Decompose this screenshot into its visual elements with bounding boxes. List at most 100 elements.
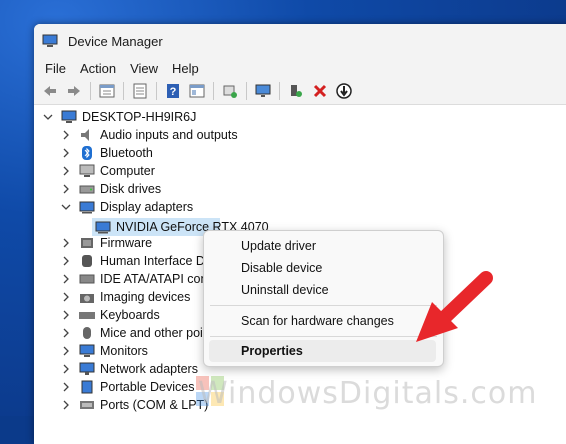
- menu-help[interactable]: Help: [165, 61, 206, 76]
- chevron-right-icon[interactable]: [61, 166, 71, 176]
- computer-icon: [61, 110, 77, 123]
- chevron-right-icon[interactable]: [61, 238, 71, 248]
- tree-item-label: Keyboards: [100, 308, 160, 322]
- chevron-right-icon[interactable]: [61, 346, 71, 356]
- toolbar-separator: [90, 82, 91, 100]
- chevron-right-icon[interactable]: [61, 364, 71, 374]
- port-icon: [80, 401, 94, 409]
- menu-file[interactable]: File: [38, 61, 73, 76]
- tree-item-label: Network adapters: [100, 362, 198, 376]
- download-icon[interactable]: [334, 81, 354, 101]
- tree-root-label: DESKTOP-HH9IR6J: [82, 110, 197, 124]
- forward-arrow-icon[interactable]: [64, 81, 84, 101]
- mouse-icon: [83, 327, 91, 339]
- console-icon[interactable]: [187, 81, 207, 101]
- toolbar-separator: [246, 82, 247, 100]
- computer-icon: [79, 164, 95, 177]
- chevron-right-icon[interactable]: [61, 184, 71, 194]
- tree-item-label: Portable Devices: [100, 380, 195, 394]
- red-arrow-annotation: [416, 271, 493, 342]
- chevron-right-icon[interactable]: [61, 256, 71, 266]
- tree-item-portable[interactable]: Portable Devices: [61, 378, 195, 396]
- properties-icon[interactable]: [97, 81, 117, 101]
- tree-item-network[interactable]: Network adapters: [61, 360, 198, 378]
- tree-item-label: Ports (COM & LPT): [100, 398, 209, 412]
- tree-item-computer[interactable]: Computer: [61, 162, 155, 180]
- tree-item-label: Bluetooth: [100, 146, 153, 160]
- tree-item-bluetooth[interactable]: Bluetooth: [61, 144, 153, 162]
- ctx-disable-device[interactable]: Disable device: [204, 257, 441, 279]
- tree-item-disk-drives[interactable]: Disk drives: [61, 180, 161, 198]
- speaker-icon: [81, 129, 89, 141]
- tree-root[interactable]: DESKTOP-HH9IR6J: [43, 108, 196, 126]
- menu-view[interactable]: View: [123, 61, 165, 76]
- tree-item-ports[interactable]: Ports (COM & LPT): [61, 396, 208, 414]
- ide-controller-icon: [79, 274, 95, 284]
- tree-item-label: Audio inputs and outputs: [100, 128, 238, 142]
- chevron-right-icon[interactable]: [61, 400, 71, 410]
- portable-device-icon: [81, 380, 93, 394]
- menu-action[interactable]: Action: [73, 61, 123, 76]
- tree-item-ide[interactable]: IDE ATA/ATAPI contr: [61, 270, 215, 288]
- tree-item-label: Mice and other poin: [100, 326, 210, 340]
- tree-item-label: IDE ATA/ATAPI contr: [100, 272, 216, 286]
- tree-item-label: Monitors: [100, 344, 148, 358]
- ctx-properties[interactable]: Properties: [209, 340, 436, 362]
- remove-icon[interactable]: [310, 81, 330, 101]
- chevron-right-icon[interactable]: [61, 292, 71, 302]
- toolbar-separator: [279, 82, 280, 100]
- tree-item-label: Human Interface De: [100, 254, 212, 268]
- show-hide-icon[interactable]: [130, 81, 150, 101]
- tree-item-mice[interactable]: Mice and other poin: [61, 324, 210, 342]
- tree-item-monitors[interactable]: Monitors: [61, 342, 148, 360]
- device-manager-app-icon: [42, 34, 58, 47]
- chevron-right-icon[interactable]: [61, 382, 71, 392]
- toolbar-separator: [123, 82, 124, 100]
- chevron-right-icon[interactable]: [61, 148, 71, 158]
- context-menu: Update driver Disable device Uninstall d…: [203, 230, 444, 367]
- ctx-update-driver[interactable]: Update driver: [204, 235, 441, 257]
- chevron-right-icon[interactable]: [61, 328, 71, 338]
- svg-text:?: ?: [170, 86, 177, 98]
- monitor-icon[interactable]: [253, 81, 273, 101]
- disk-drive-icon: [79, 185, 95, 194]
- title-bar: Device Manager: [34, 24, 566, 58]
- back-arrow-icon[interactable]: [40, 81, 60, 101]
- chevron-right-icon[interactable]: [61, 130, 71, 140]
- tree-item-label: Disk drives: [100, 182, 162, 196]
- tree-item-imaging[interactable]: Imaging devices: [61, 288, 190, 306]
- tree-item-label: Computer: [100, 164, 155, 178]
- camera-icon: [80, 294, 94, 303]
- chevron-down-icon[interactable]: [43, 112, 53, 122]
- tree-item-label: Display adapters: [100, 200, 194, 214]
- ctx-separator: [210, 336, 437, 337]
- chevron-right-icon[interactable]: [61, 274, 71, 284]
- tree-item-firmware[interactable]: Firmware: [61, 234, 152, 252]
- toolbar-separator: [213, 82, 214, 100]
- network-adapter-icon: [79, 362, 95, 375]
- update-driver-icon[interactable]: [220, 81, 240, 101]
- tree-item-keyboards[interactable]: Keyboards: [61, 306, 160, 324]
- chevron-right-icon[interactable]: [61, 310, 71, 320]
- tree-item-label: Firmware: [100, 236, 153, 250]
- monitor-icon: [79, 344, 95, 357]
- keyboard-icon: [79, 312, 95, 319]
- ctx-scan-hardware[interactable]: Scan for hardware changes: [204, 310, 441, 332]
- bluetooth-icon: [82, 146, 92, 160]
- tree-item-hid[interactable]: Human Interface De: [61, 252, 212, 270]
- tree-item-display-adapters[interactable]: Display adapters: [61, 198, 193, 216]
- add-hardware-icon[interactable]: [286, 81, 306, 101]
- tree-item-audio[interactable]: Audio inputs and outputs: [61, 126, 238, 144]
- ctx-separator: [210, 305, 437, 306]
- toolbar: ?: [34, 78, 566, 105]
- tree-item-label: Imaging devices: [100, 290, 191, 304]
- window-title: Device Manager: [68, 33, 163, 49]
- chevron-down-icon[interactable]: [61, 202, 71, 212]
- firmware-icon: [81, 238, 93, 248]
- menu-bar: File Action View Help: [34, 58, 566, 78]
- help-icon[interactable]: ?: [163, 81, 183, 101]
- display-adapter-icon: [79, 201, 95, 214]
- ctx-uninstall-device[interactable]: Uninstall device: [204, 279, 441, 301]
- toolbar-separator: [156, 82, 157, 100]
- hid-icon: [82, 255, 92, 267]
